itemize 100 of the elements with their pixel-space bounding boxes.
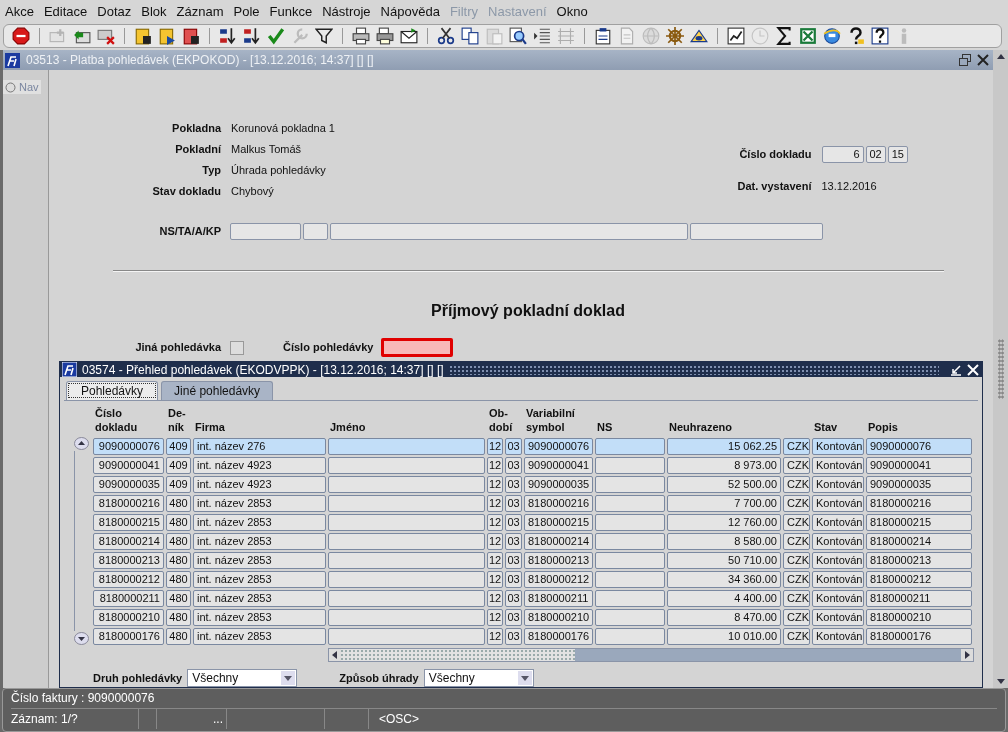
variable-symbol-cell[interactable]: 8180000215	[524, 514, 593, 531]
currency-cell[interactable]: CZK	[783, 571, 810, 588]
period-cell[interactable]: 12	[487, 533, 503, 550]
period-cell[interactable]: 03	[505, 571, 522, 588]
period-cell[interactable]: 12	[487, 609, 503, 626]
description-cell[interactable]: 8180000210	[866, 609, 972, 626]
currency-cell[interactable]: CZK	[783, 495, 810, 512]
name-cell[interactable]	[328, 476, 485, 493]
checkmark-icon[interactable]	[267, 27, 285, 45]
dropdown[interactable]: Všechny	[187, 669, 298, 687]
checkbox[interactable]	[230, 340, 244, 355]
currency-cell[interactable]: CZK	[783, 590, 810, 607]
input-field[interactable]	[303, 223, 328, 240]
ns-cell[interactable]	[595, 590, 665, 607]
ns-cell[interactable]	[595, 438, 665, 455]
sigma-icon[interactable]	[775, 27, 793, 45]
variable-symbol-cell[interactable]: 8180000216	[524, 495, 593, 512]
amount-cell[interactable]: 8 973.00	[667, 457, 781, 474]
amount-cell[interactable]: 15 062.25	[667, 438, 781, 455]
minimize-icon[interactable]	[950, 363, 962, 376]
description-cell[interactable]: 8180000176	[866, 628, 972, 645]
variable-symbol-cell[interactable]: 9090000041	[524, 457, 593, 474]
vertical-scrollbar[interactable]	[993, 50, 1008, 688]
currency-cell[interactable]: CZK	[783, 533, 810, 550]
filter-icon[interactable]	[315, 27, 333, 45]
status-cell[interactable]: Kontován	[812, 590, 864, 607]
menu-item[interactable]: Blok	[141, 3, 167, 19]
period-cell[interactable]: 12	[487, 590, 503, 607]
company-cell[interactable]: int. název 4923	[193, 476, 326, 493]
description-cell[interactable]: 8180000212	[866, 571, 972, 588]
currency-cell[interactable]: CZK	[783, 552, 810, 569]
company-cell[interactable]: int. název 2853	[193, 552, 326, 569]
period-cell[interactable]: 03	[505, 514, 522, 531]
currency-cell[interactable]: CZK	[783, 514, 810, 531]
ns-cell[interactable]	[595, 609, 665, 626]
delete-row-icon[interactable]	[97, 27, 115, 45]
journal-cell[interactable]: 480	[166, 571, 191, 588]
sort-descending-icon[interactable]	[243, 27, 261, 45]
journal-cell[interactable]: 409	[166, 476, 191, 493]
scroll-down-icon[interactable]	[73, 632, 89, 645]
journal-cell[interactable]: 480	[166, 628, 191, 645]
variable-symbol-cell[interactable]: 8180000210	[524, 609, 593, 626]
period-cell[interactable]: 03	[505, 590, 522, 607]
menu-item[interactable]: Záznam	[176, 3, 224, 19]
status-cell[interactable]: Kontován	[812, 457, 864, 474]
ns-cell[interactable]	[595, 514, 665, 531]
amount-cell[interactable]: 4 400.00	[667, 590, 781, 607]
name-cell[interactable]	[328, 609, 485, 626]
name-cell[interactable]	[328, 438, 485, 455]
period-cell[interactable]: 12	[487, 476, 503, 493]
period-cell[interactable]: 03	[505, 438, 522, 455]
restore-icon[interactable]	[959, 54, 971, 66]
company-cell[interactable]: int. název 2853	[193, 495, 326, 512]
horizontal-scrollbar[interactable]	[328, 648, 974, 662]
journal-cell[interactable]: 480	[166, 609, 191, 626]
status-cell[interactable]: Kontován	[812, 609, 864, 626]
input-field[interactable]	[230, 223, 301, 240]
variable-symbol-cell[interactable]: 8180000176	[524, 628, 593, 645]
mail-icon[interactable]	[400, 27, 418, 45]
description-cell[interactable]: 8180000213	[866, 552, 972, 569]
input-field[interactable]	[330, 223, 688, 240]
period-cell[interactable]: 03	[505, 552, 522, 569]
description-cell[interactable]: 8180000216	[866, 495, 972, 512]
company-cell[interactable]: int. název 2853	[193, 533, 326, 550]
menu-item[interactable]: Dotaz	[97, 3, 132, 19]
variable-symbol-cell[interactable]: 8180000213	[524, 552, 593, 569]
copy-icon[interactable]	[461, 27, 479, 45]
company-cell[interactable]: int. název 4923	[193, 457, 326, 474]
journal-cell[interactable]: 409	[166, 457, 191, 474]
journal-cell[interactable]: 480	[166, 533, 191, 550]
period-cell[interactable]: 12	[487, 552, 503, 569]
currency-cell[interactable]: CZK	[783, 609, 810, 626]
currency-cell[interactable]: CZK	[783, 438, 810, 455]
name-cell[interactable]	[328, 495, 485, 512]
name-cell[interactable]	[328, 533, 485, 550]
amount-cell[interactable]: 50 710.00	[667, 552, 781, 569]
document-number-cell[interactable]: 8180000213	[93, 552, 164, 569]
document-number-cell[interactable]: 8180000215	[93, 514, 164, 531]
menu-item[interactable]: Nástroje	[322, 3, 371, 19]
company-cell[interactable]: int. název 2853	[193, 628, 326, 645]
period-cell[interactable]: 12	[487, 571, 503, 588]
name-cell[interactable]	[328, 590, 485, 607]
period-cell[interactable]: 03	[505, 628, 522, 645]
journal-cell[interactable]: 409	[166, 438, 191, 455]
description-cell[interactable]: 8180000214	[866, 533, 972, 550]
scroll-up-icon[interactable]	[73, 437, 89, 450]
eye-icon[interactable]	[690, 27, 708, 45]
status-cell[interactable]: Kontován	[812, 571, 864, 588]
currency-cell[interactable]: CZK	[783, 628, 810, 645]
description-cell[interactable]: 9090000035	[866, 476, 972, 493]
variable-symbol-cell[interactable]: 9090000035	[524, 476, 593, 493]
variable-symbol-cell[interactable]: 8180000212	[524, 571, 593, 588]
status-cell[interactable]: Kontován	[812, 552, 864, 569]
document-number-cell[interactable]: 9090000035	[93, 476, 164, 493]
printer-icon[interactable]	[376, 27, 394, 45]
name-cell[interactable]	[328, 628, 485, 645]
period-cell[interactable]: 12	[487, 495, 503, 512]
menu-item[interactable]: Akce	[5, 3, 34, 19]
cancel-query-icon[interactable]	[182, 27, 200, 45]
ns-cell[interactable]	[595, 476, 665, 493]
